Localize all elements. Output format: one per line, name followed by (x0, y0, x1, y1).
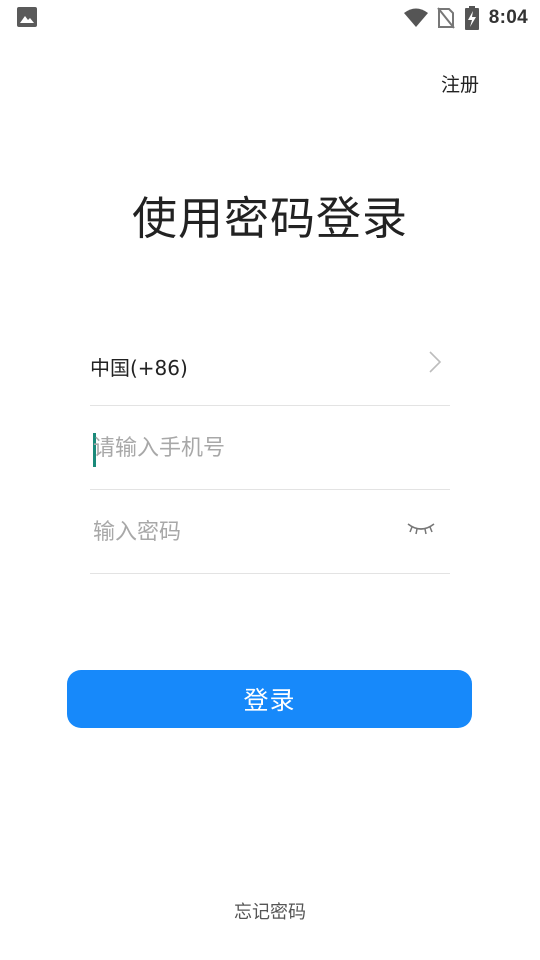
battery-charging-icon (464, 6, 479, 30)
forgot-password-link[interactable]: 忘记密码 (234, 902, 306, 923)
password-input[interactable] (93, 510, 393, 554)
page-title: 使用密码登录 (131, 192, 408, 245)
phone-row (90, 406, 450, 490)
country-code-selector[interactable]: 中国(+86) (90, 322, 450, 406)
forgot-password-row: 忘记密码 (0, 898, 540, 924)
status-bar: 8:04 (0, 0, 540, 36)
no-sim-icon (436, 7, 455, 29)
status-icons: 8:04 (403, 6, 528, 30)
wifi-icon (403, 8, 429, 28)
phone-input[interactable] (93, 426, 393, 470)
register-link[interactable]: 注册 (441, 70, 479, 97)
password-row (90, 490, 450, 574)
status-time: 8:04 (488, 7, 528, 28)
login-form: 中国(+86) (90, 322, 450, 574)
eye-closed-icon[interactable] (406, 520, 436, 540)
chevron-right-icon (428, 350, 442, 378)
login-button[interactable]: 登录 (67, 670, 472, 728)
gallery-icon (17, 7, 37, 31)
country-code-label: 中国(+86) (90, 356, 188, 380)
